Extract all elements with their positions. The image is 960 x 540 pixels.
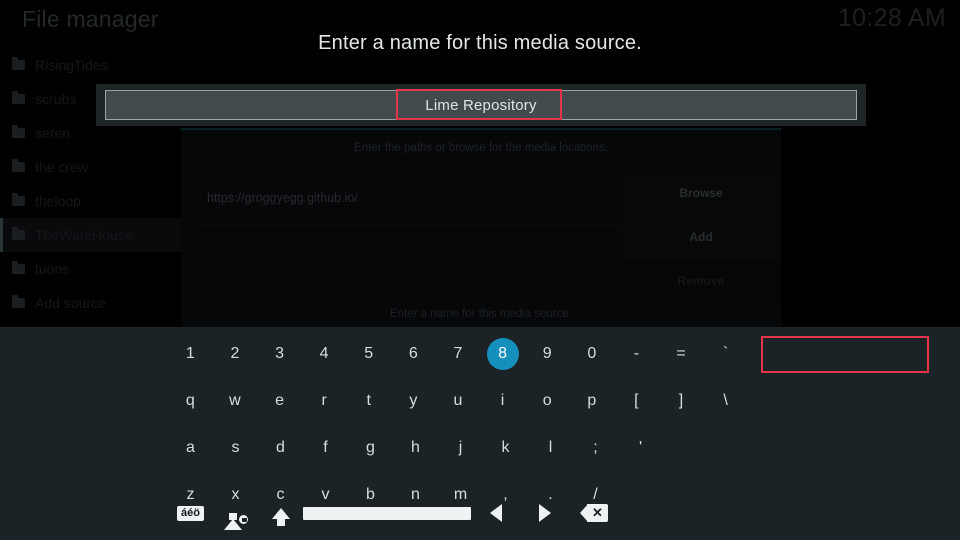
shift-icon	[271, 507, 290, 526]
key-i[interactable]: i	[480, 381, 525, 420]
sidebar-item-label: RisingTides	[35, 57, 108, 73]
key-bracket-left[interactable]: [	[614, 381, 659, 420]
remove-button: Remove	[621, 260, 781, 302]
folder-icon	[12, 159, 25, 172]
key-k[interactable]: k	[483, 428, 528, 467]
key-2[interactable]: 2	[213, 334, 258, 373]
sidebar-item-thewarehouse[interactable]: TheWareHouse	[0, 218, 190, 252]
spacebar-icon	[303, 506, 471, 520]
key-9[interactable]: 9	[525, 334, 570, 373]
keyboard-row-home: a s d f g h j k l ; '	[168, 428, 748, 467]
key-minus[interactable]: -	[614, 334, 659, 373]
key-equals[interactable]: =	[659, 334, 704, 373]
cursor-left-key[interactable]	[471, 495, 520, 531]
key-bracket-right[interactable]: ]	[659, 381, 704, 420]
entry-panel: Lime Repository	[96, 84, 866, 126]
key-5[interactable]: 5	[346, 334, 391, 373]
folder-icon	[12, 125, 25, 138]
key-a[interactable]: a	[168, 428, 213, 467]
key-4[interactable]: 4	[302, 334, 347, 373]
cursor-right-key[interactable]	[520, 495, 569, 531]
folder-icon	[12, 295, 25, 308]
key-3[interactable]: 3	[257, 334, 302, 373]
key-u[interactable]: u	[436, 381, 481, 420]
key-d[interactable]: d	[258, 428, 303, 467]
add-media-source-dialog: Enter the paths or browse for the media …	[181, 128, 781, 330]
caps-lock-icon	[223, 502, 249, 530]
key-backslash[interactable]: \	[703, 381, 748, 420]
key-backtick[interactable]: `	[703, 334, 748, 373]
dialog-footer-label: Enter a name for this media source.	[389, 308, 573, 320]
sidebar-item-theloop[interactable]: theloop	[0, 184, 190, 218]
path-row-empty[interactable]	[195, 224, 625, 302]
keyboard-row-qwerty: q w e r t y u i o p [ ] \	[168, 381, 748, 420]
sidebar-item-tuons[interactable]: tuons	[0, 252, 190, 286]
entry-prompt: Enter a name for this media source.	[318, 32, 642, 54]
key-p[interactable]: p	[569, 381, 614, 420]
key-0[interactable]: 0	[569, 334, 614, 373]
sidebar-item-label: theloop	[35, 193, 81, 209]
dialog-button-column: Browse Add Remove	[621, 172, 781, 304]
sidebar-item-label: the crew	[35, 159, 88, 175]
sidebar-item-the-crew[interactable]: the crew	[0, 150, 190, 184]
arrow-right-icon	[538, 504, 551, 522]
virtual-keyboard: 1 2 3 4 5 6 7 8 9 0 - = ` q w e r t y u …	[0, 327, 960, 540]
key-o[interactable]: o	[525, 381, 570, 420]
dialog-subtitle: Enter the paths or browse for the media …	[354, 142, 608, 154]
sidebar-item-label: tuons	[35, 261, 70, 277]
folder-icon	[12, 227, 25, 240]
key-w[interactable]: w	[213, 381, 258, 420]
page-title: File manager	[22, 6, 159, 32]
path-row[interactable]: https://groggyegg.github.io/	[195, 172, 625, 224]
key-l[interactable]: l	[528, 428, 573, 467]
browse-button[interactable]: Browse	[621, 172, 781, 214]
media-source-name-input[interactable]: Lime Repository	[105, 90, 857, 120]
key-7[interactable]: 7	[436, 334, 481, 373]
key-6[interactable]: 6	[391, 334, 436, 373]
key-g[interactable]: g	[348, 428, 393, 467]
key-8[interactable]: 8	[480, 334, 525, 373]
sidebar-item-add-source[interactable]: Add source	[0, 286, 190, 320]
sidebar-item-label: Add source	[35, 295, 106, 311]
sidebar-item-label: TheWareHouse	[35, 227, 133, 243]
key-s[interactable]: s	[213, 428, 258, 467]
key-y[interactable]: y	[391, 381, 436, 420]
key-semicolon[interactable]: ;	[573, 428, 618, 467]
sidebar-item-label: scrubs	[35, 91, 77, 107]
keyboard-row-numbers: 1 2 3 4 5 6 7 8 9 0 - = `	[168, 334, 748, 373]
key-1[interactable]: 1	[168, 334, 213, 373]
folder-icon	[12, 193, 25, 206]
path-list: https://groggyegg.github.io/	[195, 172, 625, 302]
key-t[interactable]: t	[346, 381, 391, 420]
add-button[interactable]: Add	[621, 216, 781, 258]
status-clock: 10:28 AM	[837, 4, 946, 32]
folder-icon	[12, 261, 25, 274]
key-f[interactable]: f	[303, 428, 348, 467]
accents-icon: áéö	[177, 505, 204, 521]
entry-input-value: Lime Repository	[425, 96, 537, 114]
backspace-icon: ✕	[579, 504, 608, 522]
key-r[interactable]: r	[302, 381, 347, 420]
keyboard-key-grid: 1 2 3 4 5 6 7 8 9 0 - = ` q w e r t y u …	[168, 327, 748, 514]
folder-icon	[12, 91, 25, 104]
key-h[interactable]: h	[393, 428, 438, 467]
key-j[interactable]: j	[438, 428, 483, 467]
kodi-screen: File manager 10:28 AM RisingTides scrubs…	[0, 0, 960, 540]
sidebar-item-label: seren	[35, 125, 71, 141]
folder-icon	[12, 57, 25, 70]
key-q[interactable]: q	[168, 381, 213, 420]
arrow-left-icon	[489, 504, 502, 522]
key-apostrophe[interactable]: '	[618, 428, 663, 467]
key-e[interactable]: e	[257, 381, 302, 420]
